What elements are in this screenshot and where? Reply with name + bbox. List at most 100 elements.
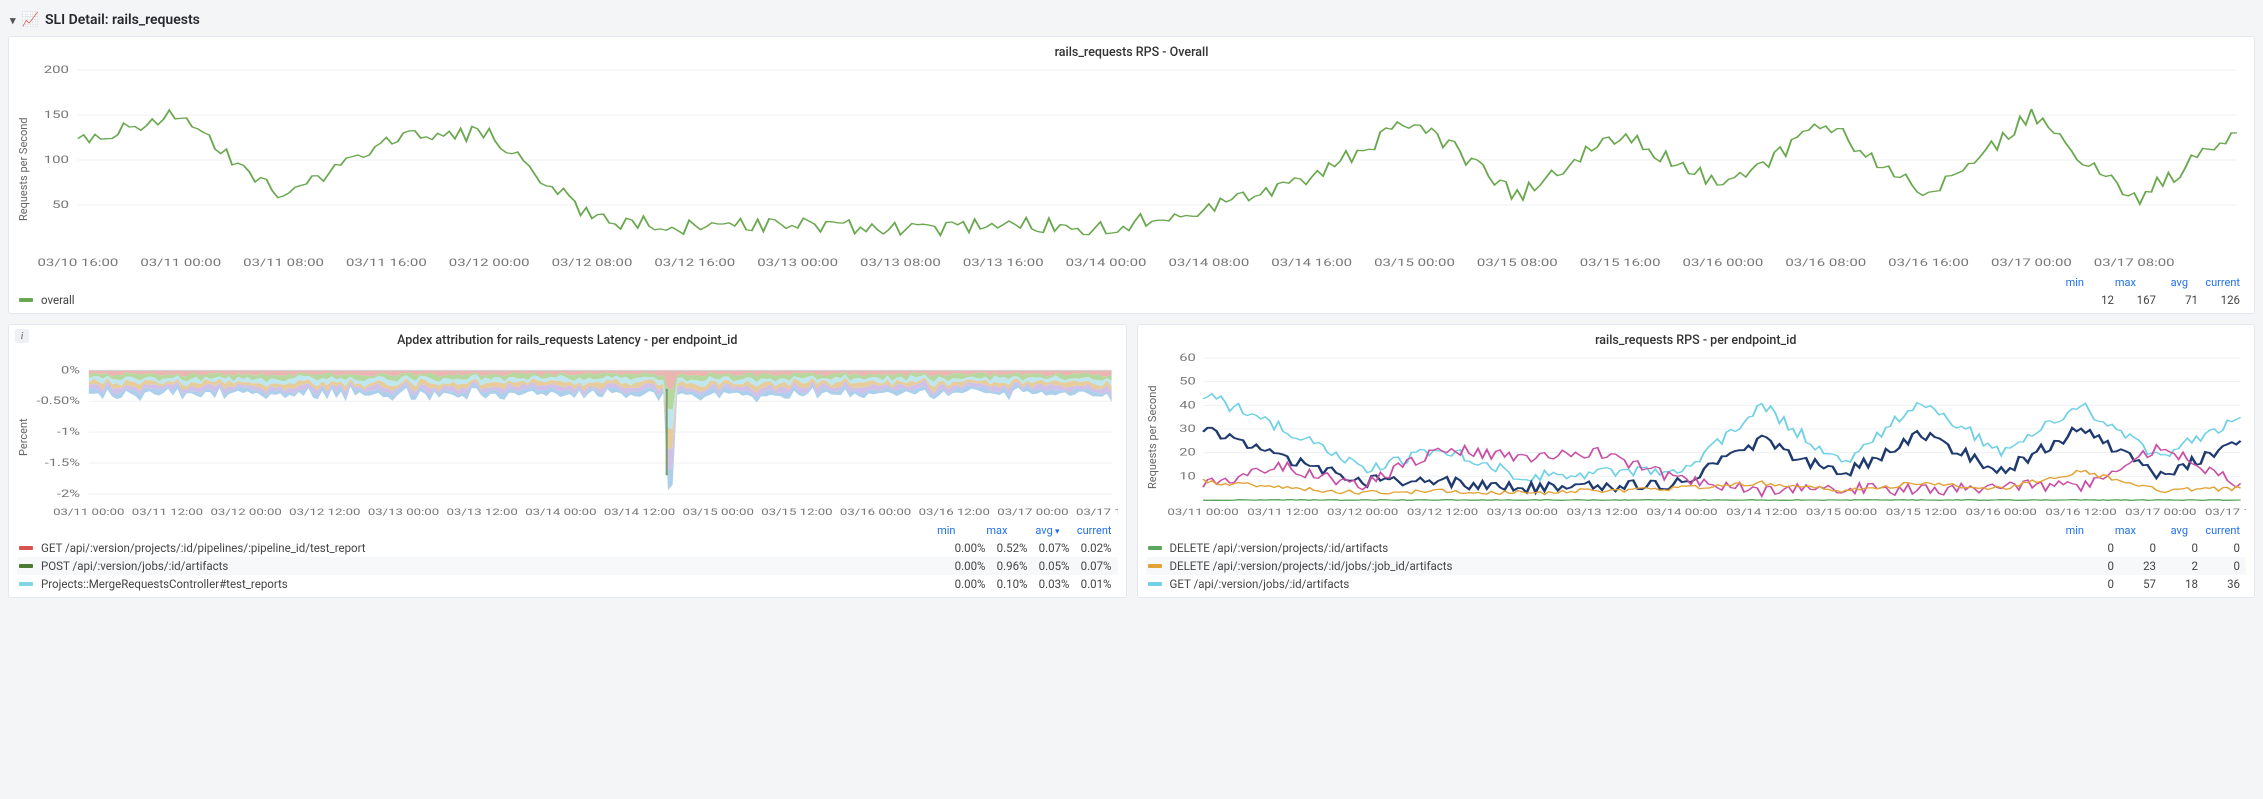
svg-text:03/15 00:00: 03/15 00:00 <box>1374 257 1455 269</box>
col-avg[interactable]: avg <box>2146 276 2188 289</box>
svg-text:03/12 00:00: 03/12 00:00 <box>449 257 530 269</box>
svg-text:03/12 12:00: 03/12 12:00 <box>289 507 360 517</box>
svg-text:03/16 00:00: 03/16 00:00 <box>840 507 911 517</box>
svg-text:40: 40 <box>1179 400 1195 412</box>
legend-val-avg: 2 <box>2156 559 2198 573</box>
svg-text:100: 100 <box>44 154 69 166</box>
legend-row[interactable]: GET /api/:version/projects/:id/pipelines… <box>17 539 1118 557</box>
panel-apdex: i Apdex attribution for rails_requests L… <box>8 324 1127 598</box>
legend-val-avg: 71 <box>2156 293 2198 307</box>
svg-text:0%: 0% <box>61 365 80 377</box>
svg-text:150: 150 <box>44 109 69 121</box>
svg-text:03/14 00:00: 03/14 00:00 <box>525 507 596 517</box>
panel-rps-ep-title: rails_requests RPS - per endpoint_id <box>1146 331 2247 352</box>
panel-rps-ep-ylabel: Requests per Second <box>1146 352 1159 522</box>
legend-val-max: 167 <box>2114 293 2156 307</box>
svg-text:03/14 00:00: 03/14 00:00 <box>1646 507 1717 517</box>
col-max[interactable]: max <box>2094 276 2136 289</box>
col-min[interactable]: min <box>2042 276 2084 289</box>
svg-text:03/16 00:00: 03/16 00:00 <box>1683 257 1764 269</box>
legend-val-min: 0 <box>2072 559 2114 573</box>
panel-overall: rails_requests RPS - Overall Requests pe… <box>8 36 2255 314</box>
svg-text:-0.50%: -0.50% <box>37 395 80 407</box>
legend-val-min: 0 <box>2072 541 2114 555</box>
col-max[interactable]: max <box>2094 524 2136 537</box>
svg-text:03/15 00:00: 03/15 00:00 <box>1805 507 1876 517</box>
legend-swatch <box>1148 564 1162 568</box>
legend-row[interactable]: GET /api/:version/jobs/:id/artifacts0571… <box>1146 575 2247 593</box>
svg-text:03/13 00:00: 03/13 00:00 <box>368 507 439 517</box>
svg-text:03/15 12:00: 03/15 12:00 <box>761 507 832 517</box>
legend-val-current: 0 <box>2198 541 2240 555</box>
panel-rps-endpoint: rails_requests RPS - per endpoint_id Req… <box>1137 324 2256 598</box>
svg-text:03/15 12:00: 03/15 12:00 <box>1885 507 1956 517</box>
legend-swatch <box>1148 546 1162 550</box>
svg-text:03/17 00:00: 03/17 00:00 <box>1991 257 2072 269</box>
svg-text:03/12 00:00: 03/12 00:00 <box>210 507 281 517</box>
info-icon[interactable]: i <box>15 329 29 343</box>
legend-val-current: 0.07% <box>1070 559 1112 573</box>
svg-text:03/14 16:00: 03/14 16:00 <box>1271 257 1352 269</box>
panel-apdex-ylabel: Percent <box>17 352 30 522</box>
col-min[interactable]: min <box>2042 524 2084 537</box>
legend-row[interactable]: DELETE /api/:version/projects/:id/artifa… <box>1146 539 2247 557</box>
chart-overall[interactable]: 5010015020003/10 16:0003/11 00:0003/11 0… <box>30 64 2246 274</box>
legend-name: overall <box>41 293 2072 307</box>
legend-row[interactable]: overall1216771126 <box>17 291 2246 309</box>
legend-val-current: 0 <box>2198 559 2240 573</box>
svg-text:03/11 00:00: 03/11 00:00 <box>140 257 221 269</box>
legend-name: Projects::MergeRequestsController#test_r… <box>41 577 944 591</box>
svg-text:03/16 12:00: 03/16 12:00 <box>919 507 990 517</box>
svg-text:03/14 12:00: 03/14 12:00 <box>604 507 675 517</box>
col-current[interactable]: current <box>1070 524 1112 537</box>
legend-val-min: 0 <box>2072 577 2114 591</box>
legend-val-current: 126 <box>2198 293 2240 307</box>
legend-swatch <box>19 582 33 586</box>
chart-rps-endpoint[interactable]: 10203040506003/11 00:0003/11 12:0003/12 … <box>1159 352 2247 522</box>
col-current[interactable]: current <box>2198 524 2240 537</box>
svg-text:200: 200 <box>44 64 69 76</box>
svg-text:03/11 00:00: 03/11 00:00 <box>53 507 124 517</box>
legend-row[interactable]: POST /api/:version/jobs/:id/artifacts0.0… <box>17 557 1118 575</box>
legend-val-avg: 0.05% <box>1028 559 1070 573</box>
legend-name: GET /api/:version/jobs/:id/artifacts <box>1170 577 2073 591</box>
legend-val-current: 0.01% <box>1070 577 1112 591</box>
section-header[interactable]: ▾ 📈 SLI Detail: rails_requests <box>8 8 2255 36</box>
legend-val-max: 57 <box>2114 577 2156 591</box>
svg-text:50: 50 <box>52 199 69 211</box>
legend-name: DELETE /api/:version/projects/:id/artifa… <box>1170 541 2073 555</box>
chart-icon: 📈 <box>22 12 39 28</box>
svg-text:60: 60 <box>1179 352 1195 364</box>
svg-text:03/17 08:00: 03/17 08:00 <box>2094 257 2175 269</box>
svg-text:03/11 12:00: 03/11 12:00 <box>132 507 203 517</box>
svg-text:03/17 12:00: 03/17 12:00 <box>2204 507 2246 517</box>
legend-val-min: 0.00% <box>944 577 986 591</box>
legend-val-min: 0.00% <box>944 559 986 573</box>
svg-text:03/12 16:00: 03/12 16:00 <box>654 257 735 269</box>
legend-name: DELETE /api/:version/projects/:id/jobs/:… <box>1170 559 2073 573</box>
legend-name: POST /api/:version/jobs/:id/artifacts <box>41 559 944 573</box>
col-avg[interactable]: avg <box>2146 524 2188 537</box>
legend-rps-endpoint: DELETE /api/:version/projects/:id/artifa… <box>1146 539 2247 593</box>
svg-text:20: 20 <box>1179 447 1195 459</box>
legend-row[interactable]: Projects::MergeRequestsController#test_r… <box>17 575 1118 593</box>
legend-val-max: 0.10% <box>986 577 1028 591</box>
legend-val-min: 0.00% <box>944 541 986 555</box>
svg-text:03/14 00:00: 03/14 00:00 <box>1066 257 1147 269</box>
legend-val-avg: 18 <box>2156 577 2198 591</box>
col-current[interactable]: current <box>2198 276 2240 289</box>
chart-apdex[interactable]: 0%-0.50%-1%-1.5%-2%03/11 00:0003/11 12:0… <box>30 352 1118 522</box>
legend-val-avg: 0 <box>2156 541 2198 555</box>
legend-val-min: 12 <box>2072 293 2114 307</box>
legend-header-overall: min max avg current <box>17 274 2246 291</box>
svg-text:30: 30 <box>1179 423 1195 435</box>
svg-text:03/13 16:00: 03/13 16:00 <box>963 257 1044 269</box>
panel-apdex-title: Apdex attribution for rails_requests Lat… <box>17 331 1118 352</box>
col-min[interactable]: min <box>914 524 956 537</box>
legend-row[interactable]: DELETE /api/:version/projects/:id/jobs/:… <box>1146 557 2247 575</box>
svg-text:-2%: -2% <box>57 488 80 500</box>
col-avg-sort[interactable]: avg <box>1018 524 1060 537</box>
chevron-down-icon: ▾ <box>10 14 16 27</box>
svg-text:03/11 08:00: 03/11 08:00 <box>243 257 324 269</box>
col-max[interactable]: max <box>966 524 1008 537</box>
